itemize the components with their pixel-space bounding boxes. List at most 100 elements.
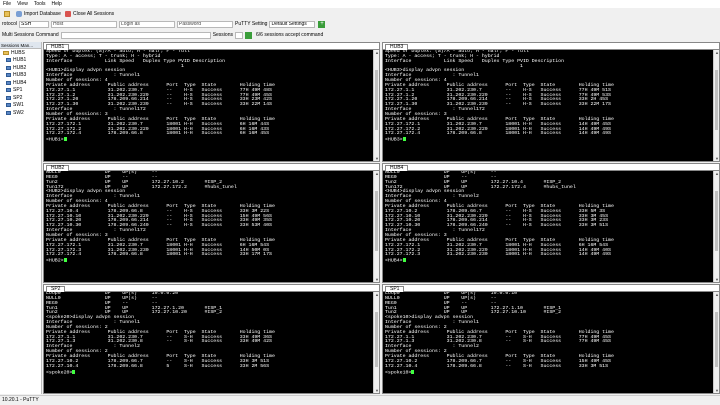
toolbar-icon-button[interactable] (4, 11, 12, 17)
login-input[interactable]: Login as (119, 20, 176, 28)
menu-tools[interactable]: Tools (31, 1, 49, 7)
menu-help[interactable]: Help (49, 1, 65, 7)
vertical-scrollbar[interactable]: ▲ ▼ (373, 292, 379, 393)
computer-icon (6, 80, 11, 85)
import-database-label: Import Database (24, 11, 61, 17)
multi-command-bar: Multi Sessions Command Sessions 6/6 sess… (0, 30, 720, 40)
scrollbar-thumb[interactable] (715, 312, 718, 367)
tree-item-sp1[interactable]: SP1 (0, 87, 41, 95)
tree-item-sw2[interactable]: SW2 (0, 109, 41, 117)
terminal-output[interactable]: Loop0 UP UP(s) 10.0.0.10 NULL0 UP UP(s) -… (383, 292, 719, 376)
scrollbar-thumb[interactable] (375, 70, 378, 130)
terminal-pane-hub2[interactable]: HUB2 NULL0 UP UP(s) -- REG0 UP -- -- Tun2 … (43, 163, 380, 283)
terminal-line: <spoke20> (46, 369, 377, 376)
scrollbar-thumb[interactable] (375, 312, 378, 367)
terminal-line: <HUB3> (385, 137, 717, 143)
pane-tab: HUB1 (44, 43, 379, 50)
terminal-line: <HUB2> (46, 258, 377, 264)
plus-icon[interactable]: + (318, 20, 326, 28)
tree-folder-hubs[interactable]: HUBS (0, 49, 41, 57)
tree-label: HUB2 (13, 64, 27, 71)
pane-tab-label[interactable]: HUB2 (46, 164, 70, 171)
terminal-output[interactable]: NULL0 UP UP(s) -- REG0 UP -- -- Tun2 UP UP… (44, 171, 379, 264)
terminal-line: <spoke10> (385, 369, 717, 376)
multi-command-input[interactable] (60, 31, 211, 39)
import-database-button[interactable]: Import Database (16, 11, 61, 17)
terminal-pane-hub1[interactable]: HUB1 Speed or Duplex: (a)/A - auto; H - … (43, 42, 380, 162)
pane-tab-label[interactable]: SP1 (385, 285, 405, 292)
vertical-scrollbar[interactable]: ▲ ▼ (713, 171, 719, 282)
vertical-scrollbar[interactable]: ▲ ▼ (713, 292, 719, 393)
close-icon (64, 11, 71, 17)
close-all-sessions-button[interactable]: Close All Sessions (64, 11, 114, 17)
computer-icon (6, 58, 11, 63)
send-icon[interactable] (244, 31, 252, 39)
terminal-output[interactable]: Speed or Duplex: (a)/A - auto; H - half;… (383, 50, 719, 143)
scroll-up-icon[interactable]: ▲ (714, 292, 719, 297)
pane-tab: HUB4 (383, 164, 719, 171)
tree-label: HUB1 (13, 57, 27, 64)
pane-tab-label[interactable]: HUB3 (385, 43, 409, 50)
tree-item-sw1[interactable]: SW1 (0, 102, 41, 110)
tree-label: SW2 (13, 109, 24, 116)
pane-tab-label[interactable]: HUB1 (46, 43, 70, 50)
tree-label: SP2 (13, 94, 23, 101)
computer-icon (6, 110, 11, 115)
pane-tab: HUB3 (383, 43, 719, 50)
scroll-down-icon[interactable]: ▼ (714, 277, 719, 282)
vertical-scrollbar[interactable]: ▲ ▼ (713, 50, 719, 161)
scroll-up-icon[interactable]: ▲ (714, 171, 719, 176)
password-input[interactable]: Password (177, 20, 234, 28)
terminal-pane-hub3[interactable]: HUB3 Speed or Duplex: (a)/A - auto; H - … (382, 42, 720, 162)
computer-icon (6, 88, 11, 93)
vertical-scrollbar[interactable]: ▲ ▼ (373, 50, 379, 161)
terminal-output[interactable]: Loop0 UP UP(s) 10.0.0.20 NULL0 UP UP(s) -… (44, 292, 379, 376)
sessions-select[interactable] (234, 31, 243, 39)
menu-view[interactable]: View (14, 1, 31, 7)
database-icon (16, 11, 22, 17)
scroll-down-icon[interactable]: ▼ (374, 277, 379, 282)
folder-icon (4, 11, 10, 17)
protocol-select[interactable]: SSH (19, 20, 50, 28)
folder-icon (3, 50, 9, 55)
connection-bar: rotocol SSH Host Login as Password PuTTY… (0, 19, 720, 29)
scroll-down-icon[interactable]: ▼ (714, 388, 719, 393)
scroll-down-icon[interactable]: ▼ (714, 156, 719, 161)
tree-item-hub1[interactable]: HUB1 (0, 57, 41, 65)
putty-setting-select[interactable]: Default Settings (269, 20, 316, 28)
terminal-pane-sp2[interactable]: SP2 Loop0 UP UP(s) 10.0.0.20 NULL0 UP UP(… (43, 284, 380, 394)
putty-setting-label: PuTTY Setting (235, 21, 268, 27)
pane-tab-label[interactable]: SP2 (46, 285, 66, 292)
scrollbar-thumb[interactable] (375, 191, 378, 251)
scrollbar-thumb[interactable] (715, 191, 718, 251)
vertical-scrollbar[interactable]: ▲ ▼ (373, 171, 379, 282)
scroll-down-icon[interactable]: ▼ (374, 388, 379, 393)
tree-item-hub4[interactable]: HUB4 (0, 79, 41, 87)
tree-label: SW1 (13, 102, 24, 109)
sessions-status-text: 6/6 sessions accept command (255, 32, 324, 38)
scroll-up-icon[interactable]: ▲ (714, 50, 719, 55)
tree-item-hub2[interactable]: HUB2 (0, 64, 41, 72)
tree-label: HUB4 (13, 79, 27, 86)
host-input[interactable]: Host (51, 20, 118, 28)
terminal-output[interactable]: NULL0 UP UP(s) -- REG0 UP -- -- Tun2 UP UP… (383, 171, 719, 264)
tree-item-sp2[interactable]: SP2 (0, 94, 41, 102)
scroll-up-icon[interactable]: ▲ (374, 171, 379, 176)
pane-tab: SP2 (44, 285, 379, 292)
terminal-line: <HUB1> (46, 137, 377, 143)
scrollbar-thumb[interactable] (715, 70, 718, 130)
terminal-pane-hub4[interactable]: HUB4 NULL0 UP UP(s) -- REG0 UP -- -- Tun2 … (382, 163, 720, 283)
status-bar: 10.20.1 - PuTTY (0, 395, 720, 404)
scroll-up-icon[interactable]: ▲ (374, 292, 379, 297)
tree-item-hub3[interactable]: HUB3 (0, 72, 41, 80)
scroll-up-icon[interactable]: ▲ (374, 50, 379, 55)
menu-file[interactable]: File (0, 1, 14, 7)
terminal-line: <HUB4> (385, 258, 717, 264)
tree-label: SP1 (13, 87, 23, 94)
terminal-output[interactable]: Speed or Duplex: (a)/A - auto; H - half;… (44, 50, 379, 143)
terminal-pane-sp1[interactable]: SP1 Loop0 UP UP(s) 10.0.0.10 NULL0 UP UP(… (382, 284, 720, 394)
pane-tab-label[interactable]: HUB4 (385, 164, 409, 171)
pane-tab: SP1 (383, 285, 719, 292)
terminal-cursor (411, 369, 415, 374)
scroll-down-icon[interactable]: ▼ (374, 156, 379, 161)
